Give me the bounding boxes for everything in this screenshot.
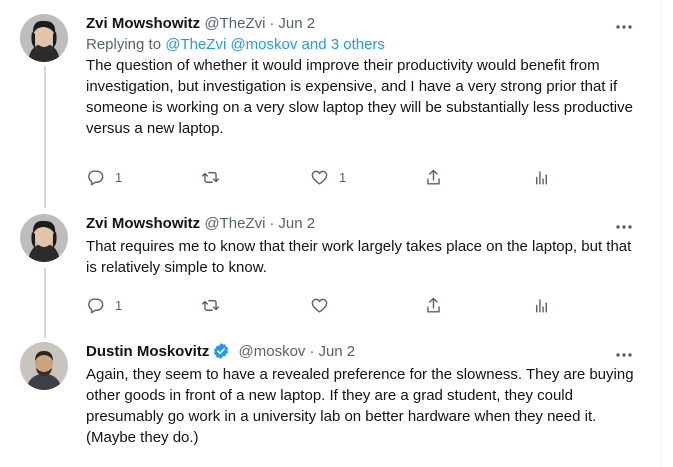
tweet-date[interactable]: Jun 2 — [278, 15, 315, 32]
tweet-actions: 1 1 — [86, 167, 556, 187]
avatar[interactable] — [20, 14, 68, 62]
author-handle[interactable]: @TheZvi — [204, 215, 265, 232]
reply-icon — [88, 169, 104, 185]
analytics-icon — [536, 298, 547, 313]
tweet[interactable]: Dustin Moskovitz @moskov · Jun 2 Again, th… — [0, 335, 660, 467]
reply-button[interactable]: 1 — [86, 295, 122, 315]
analytics-button[interactable] — [532, 295, 551, 315]
replying-to-link[interactable]: @TheZvi @moskov and 3 others — [165, 36, 385, 53]
more-options-button[interactable] — [614, 17, 634, 37]
avatar-dustin-image — [20, 342, 68, 390]
tweet-text: That requires me to know that their work… — [86, 238, 632, 276]
share-button[interactable] — [424, 295, 443, 315]
share-button[interactable] — [424, 167, 443, 187]
heart-icon — [311, 170, 328, 185]
reply-icon — [88, 297, 104, 313]
reply-count: 1 — [115, 297, 123, 313]
avatar-zvi-image — [20, 14, 68, 62]
tweet-header: Zvi Mowshowitz @TheZvi · Jun 2 — [86, 14, 640, 34]
separator-dot: · — [269, 215, 275, 232]
avatar[interactable] — [20, 214, 68, 262]
tweet-date[interactable]: Jun 2 — [278, 215, 315, 232]
share-icon — [427, 169, 440, 185]
tweet-header: Dustin Moskovitz @moskov · Jun 2 — [86, 342, 640, 362]
tweet-text: The question of whether it would improve… — [86, 57, 633, 137]
like-count: 1 — [339, 169, 347, 185]
tweet[interactable]: Zvi Mowshowitz @TheZvi · Jun 2 That requir… — [0, 205, 660, 335]
separator-dot: · — [269, 15, 275, 32]
more-options-button[interactable] — [614, 345, 634, 365]
author-handle[interactable]: @moskov — [239, 343, 306, 360]
author-handle[interactable]: @TheZvi — [204, 15, 265, 32]
replying-label: Replying to — [86, 36, 166, 53]
author-name[interactable]: Zvi Mowshowitz — [86, 215, 200, 232]
more-icon — [616, 25, 632, 29]
tweet-actions: 1 — [86, 295, 556, 315]
tweet-date[interactable]: Jun 2 — [318, 343, 355, 360]
share-icon — [427, 297, 440, 313]
verified-badge-icon — [214, 343, 229, 359]
author-name[interactable]: Zvi Mowshowitz — [86, 15, 200, 32]
replying-to: Replying to @TheZvi @moskov and 3 others — [86, 36, 640, 53]
retweet-button[interactable] — [201, 167, 230, 187]
avatar[interactable] — [20, 342, 68, 390]
like-button[interactable]: 1 — [310, 167, 346, 187]
retweet-button[interactable] — [201, 295, 230, 315]
heart-icon — [311, 298, 328, 313]
like-button[interactable] — [310, 295, 339, 315]
tweet[interactable]: Zvi Mowshowitz @TheZvi · Jun 2 Replying to… — [0, 0, 660, 205]
more-icon — [616, 353, 632, 357]
retweet-icon — [201, 299, 220, 311]
more-icon — [616, 225, 632, 229]
reply-button[interactable]: 1 — [86, 167, 122, 187]
analytics-button[interactable] — [532, 167, 551, 187]
retweet-icon — [201, 171, 220, 183]
tweet-text: Again, they seem to have a revealed pref… — [86, 366, 634, 446]
separator-dot: · — [309, 343, 315, 360]
analytics-icon — [536, 170, 547, 185]
tweet-header: Zvi Mowshowitz @TheZvi · Jun 2 — [86, 214, 640, 234]
reply-count: 1 — [115, 169, 123, 185]
author-name[interactable]: Dustin Moskovitz — [86, 343, 209, 360]
avatar-zvi-image — [20, 214, 68, 262]
timeline: Zvi Mowshowitz @TheZvi · Jun 2 Replying to… — [0, 0, 661, 467]
more-options-button[interactable] — [614, 217, 634, 237]
